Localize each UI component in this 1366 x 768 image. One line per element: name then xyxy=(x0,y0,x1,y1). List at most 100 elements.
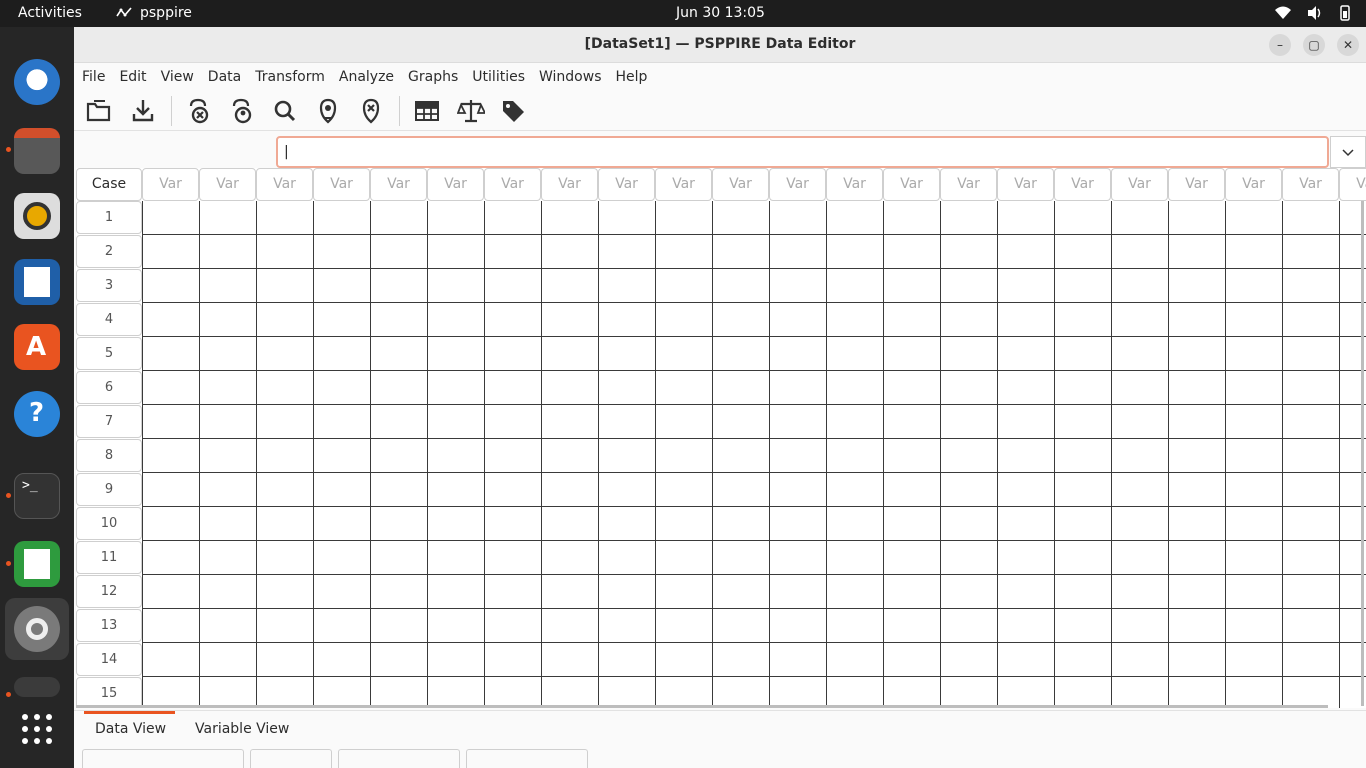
case-row-header[interactable]: 8 xyxy=(76,439,142,472)
grid-column-line xyxy=(712,201,713,708)
extra-app-icon[interactable] xyxy=(14,677,60,697)
view-tabs: Data View Variable View xyxy=(74,710,1366,747)
menu-file[interactable]: File xyxy=(82,69,105,85)
variable-column-header[interactable]: Var xyxy=(1282,168,1339,201)
variable-column-header[interactable]: Var xyxy=(427,168,484,201)
case-row-header[interactable]: 2 xyxy=(76,235,142,268)
menu-help[interactable]: Help xyxy=(616,69,648,85)
variable-column-header[interactable]: Var xyxy=(313,168,370,201)
grid-column-line xyxy=(370,201,371,708)
insert-case-icon[interactable] xyxy=(314,98,342,124)
case-row-header[interactable]: 11 xyxy=(76,541,142,574)
variable-column-header[interactable]: Var xyxy=(655,168,712,201)
menu-analyze[interactable]: Analyze xyxy=(339,69,394,85)
minimize-button[interactable]: – xyxy=(1269,34,1291,56)
variable-column-header[interactable]: Var xyxy=(826,168,883,201)
writer-icon[interactable] xyxy=(14,259,60,305)
cell-reference-field[interactable] xyxy=(74,135,272,165)
status-bar xyxy=(74,747,1366,768)
variable-column-header[interactable]: Var xyxy=(1054,168,1111,201)
find-icon[interactable] xyxy=(271,98,299,124)
case-row-header[interactable]: 9 xyxy=(76,473,142,506)
title-bar[interactable]: [DataSet1] — PSPPIRE Data Editor – ▢ ✕ xyxy=(74,27,1366,63)
files-icon[interactable] xyxy=(14,128,60,174)
grid-row-line xyxy=(142,302,1366,303)
case-row-header[interactable]: 5 xyxy=(76,337,142,370)
top-bar: Activities psppire Jun 30 13:05 xyxy=(0,0,1366,27)
close-button[interactable]: ✕ xyxy=(1337,34,1359,56)
clock[interactable]: Jun 30 13:05 xyxy=(0,5,1366,21)
case-row-header[interactable]: 1 xyxy=(76,201,142,234)
settings-icon[interactable] xyxy=(14,606,60,652)
menu-data[interactable]: Data xyxy=(208,69,241,85)
variable-column-header[interactable]: Var xyxy=(940,168,997,201)
grid-column-line xyxy=(769,201,770,708)
data-grid[interactable]: Case Var Var Var Var Var Var Var Var Var Var Var Va… xyxy=(76,168,1366,708)
tab-variable-view[interactable]: Variable View xyxy=(195,721,289,737)
calc-icon[interactable] xyxy=(14,541,60,587)
value-labels-icon[interactable] xyxy=(500,98,528,124)
menu-edit[interactable]: Edit xyxy=(119,69,146,85)
maximize-button[interactable]: ▢ xyxy=(1303,34,1325,56)
variable-column-header[interactable]: Var xyxy=(712,168,769,201)
grid-row-line xyxy=(142,370,1366,371)
grid-column-line xyxy=(655,201,656,708)
app-center-icon[interactable]: A xyxy=(14,324,60,370)
variable-column-header[interactable]: Var xyxy=(370,168,427,201)
system-tray[interactable] xyxy=(1274,5,1352,21)
case-row-header[interactable]: 12 xyxy=(76,575,142,608)
variable-column-header[interactable]: Var xyxy=(541,168,598,201)
variable-column-header[interactable]: Var xyxy=(1168,168,1225,201)
grid-column-line xyxy=(427,201,428,708)
variable-column-header[interactable]: Var xyxy=(598,168,655,201)
variable-column-header[interactable]: Var xyxy=(142,168,199,201)
case-row-header[interactable]: 15 xyxy=(76,677,142,708)
chevron-down-icon xyxy=(1342,149,1354,157)
terminal-icon[interactable]: >_ xyxy=(14,473,60,519)
case-row-header[interactable]: 3 xyxy=(76,269,142,302)
case-row-header[interactable]: 14 xyxy=(76,643,142,676)
delete-case-icon[interactable] xyxy=(357,98,385,124)
grid-column-line xyxy=(1054,201,1055,708)
menu-view[interactable]: View xyxy=(161,69,194,85)
split-window-icon[interactable] xyxy=(413,98,441,124)
grid-row-line xyxy=(142,574,1366,575)
save-file-icon[interactable] xyxy=(129,98,157,124)
variable-column-header[interactable]: Var xyxy=(883,168,940,201)
menu-utilities[interactable]: Utilities xyxy=(472,69,525,85)
variable-column-header[interactable]: Var xyxy=(199,168,256,201)
grid-row-line xyxy=(142,642,1366,643)
horizontal-scrollbar[interactable] xyxy=(76,705,1328,708)
case-row-header[interactable]: 6 xyxy=(76,371,142,404)
grid-column-line xyxy=(940,201,941,708)
case-row-header[interactable]: 7 xyxy=(76,405,142,438)
rhythmbox-icon[interactable] xyxy=(14,193,60,239)
grid-column-line xyxy=(199,201,200,708)
variable-column-header[interactable]: Var xyxy=(1225,168,1282,201)
menu-transform[interactable]: Transform xyxy=(255,69,325,85)
menu-windows[interactable]: Windows xyxy=(539,69,602,85)
tab-data-view[interactable]: Data View xyxy=(95,721,166,737)
show-apps-icon[interactable] xyxy=(21,713,53,745)
go-to-case-icon[interactable] xyxy=(185,98,213,124)
case-row-header[interactable]: 10 xyxy=(76,507,142,540)
variable-column-header[interactable]: Var xyxy=(769,168,826,201)
variable-column-header[interactable]: Var xyxy=(1111,168,1168,201)
thunderbird-icon[interactable] xyxy=(14,59,60,105)
variable-column-header[interactable]: Var xyxy=(256,168,313,201)
case-row-header[interactable]: 4 xyxy=(76,303,142,336)
weight-cases-icon[interactable] xyxy=(456,98,487,124)
help-icon[interactable]: ? xyxy=(14,391,60,437)
case-row-header[interactable]: 13 xyxy=(76,609,142,642)
open-file-icon[interactable] xyxy=(85,98,113,124)
go-to-variable-icon[interactable] xyxy=(228,98,256,124)
variable-column-header[interactable]: Var xyxy=(1339,168,1366,201)
variable-column-header[interactable]: Var xyxy=(997,168,1054,201)
cell-value-input[interactable]: | xyxy=(276,136,1329,168)
grid-column-line xyxy=(1168,201,1169,708)
menu-graphs[interactable]: Graphs xyxy=(408,69,458,85)
status-panel xyxy=(338,749,460,768)
value-dropdown-button[interactable] xyxy=(1330,136,1366,168)
vertical-scrollbar[interactable] xyxy=(1361,201,1364,706)
variable-column-header[interactable]: Var xyxy=(484,168,541,201)
